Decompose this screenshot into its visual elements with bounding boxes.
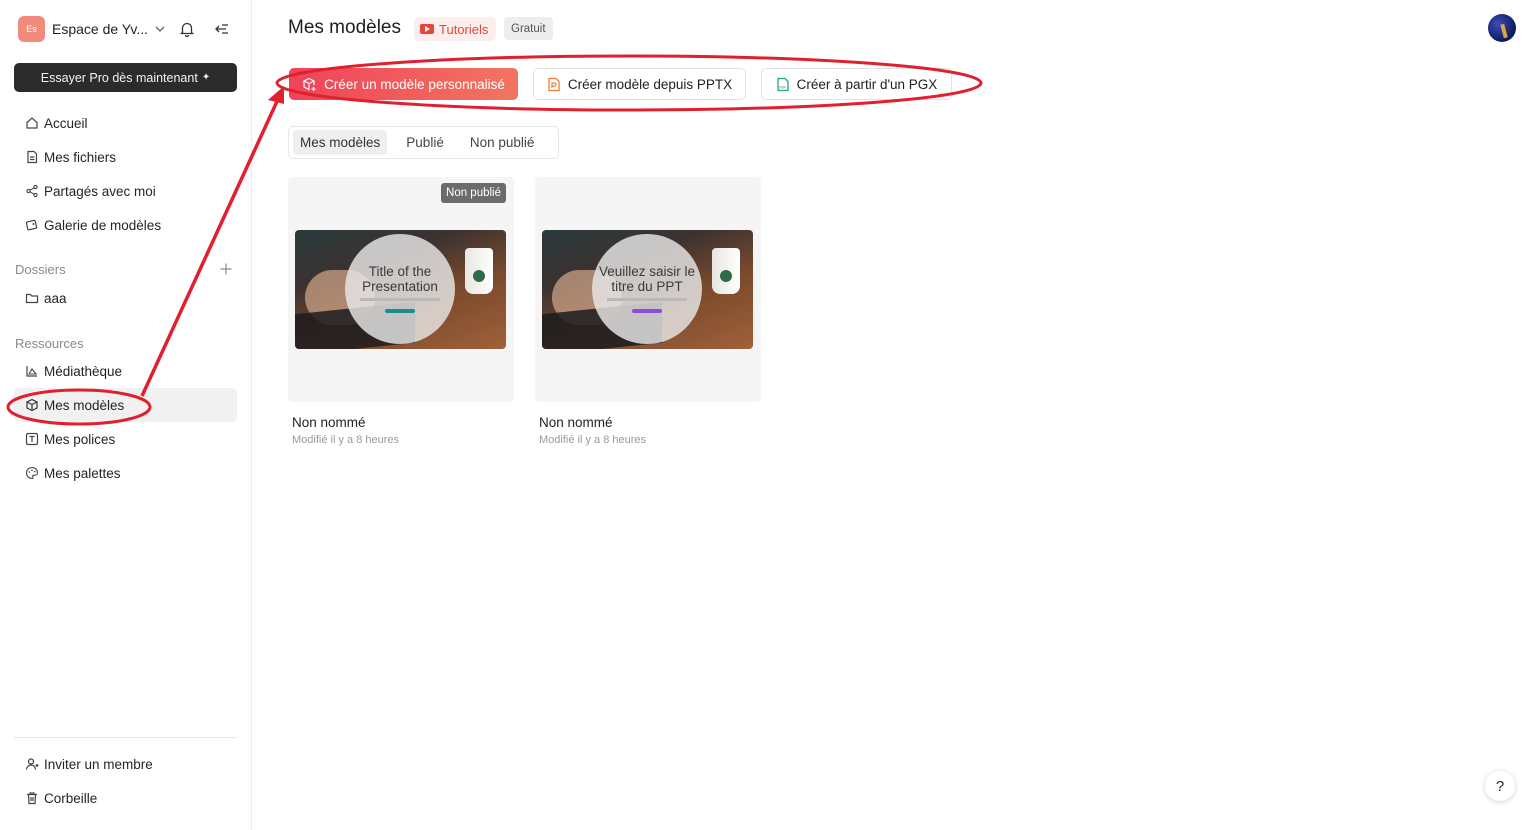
slide-preview: Title of the Presentation [295, 230, 506, 349]
invite-member-label: Inviter un membre [44, 756, 153, 772]
nav-item-template-gallery[interactable]: Galerie de modèles [14, 208, 237, 242]
try-pro-label: Essayer Pro dès maintenant [40, 70, 198, 85]
preview-coffee-cup [465, 248, 493, 294]
help-button[interactable]: ? [1485, 771, 1515, 801]
annotation-arrow-head [268, 86, 284, 104]
workspace-name: Espace de Yv... [52, 21, 148, 37]
tutorials-label: Tutoriels [439, 21, 489, 37]
nav-item-label: Partagés avec moi [44, 183, 156, 199]
create-from-pgx-button[interactable]: pgx Créer à partir d'un PGX [761, 68, 952, 100]
nav-item-label: Galerie de modèles [44, 217, 162, 233]
workspace-switcher[interactable]: Es Espace de Yv... [18, 16, 238, 42]
nav-item-my-palettes[interactable]: Mes palettes [14, 456, 237, 490]
nav-item-my-templates[interactable]: Mes modèles [14, 388, 237, 422]
slide-preview: Veuillez saisir le titre du PPT [542, 230, 753, 349]
palette-icon [24, 466, 39, 481]
media-icon [24, 364, 39, 379]
slide-subtitle-line [360, 298, 440, 302]
cube-icon [24, 398, 39, 413]
template-filter-tabs: Mes modèles Publié Non publié [288, 126, 559, 159]
preview-title-circle: Title of the Presentation [345, 234, 455, 344]
template-card[interactable]: Non publié Title of the Presentation Non… [288, 177, 514, 446]
main-nav: Accueil Mes fichiers Partagés avec moi G… [14, 106, 237, 242]
tab-published[interactable]: Publié [399, 130, 451, 155]
template-card[interactable]: Veuillez saisir le titre du PPT Non nomm… [535, 177, 761, 446]
bell-icon[interactable] [178, 20, 196, 38]
trash-icon [24, 791, 39, 806]
file-icon [24, 150, 39, 165]
create-from-pgx-label: Créer à partir d'un PGX [796, 76, 938, 92]
slide-button [632, 309, 662, 314]
folder-item-aaa[interactable]: aaa [14, 281, 237, 315]
sidebar-divider [14, 737, 237, 738]
preview-title-circle: Veuillez saisir le titre du PPT [592, 234, 702, 344]
status-badge: Non publié [441, 183, 506, 203]
page-title: Mes modèles [288, 17, 401, 38]
create-from-pptx-label: Créer modèle depuis PPTX [567, 76, 733, 92]
create-from-pptx-button[interactable]: Créer modèle depuis PPTX [533, 68, 746, 100]
avatar[interactable] [1488, 14, 1516, 42]
pptx-file-icon [547, 77, 561, 92]
slide-title: Title of the Presentation [362, 263, 438, 294]
nav-item-label: Mes fichiers [44, 149, 117, 165]
template-name: Non nommé [539, 415, 613, 430]
nav-item-home[interactable]: Accueil [14, 106, 237, 140]
nav-item-shared[interactable]: Partagés avec moi [14, 174, 237, 208]
user-add-icon [24, 757, 39, 772]
folder-label: aaa [44, 290, 67, 306]
template-thumbnail[interactable]: Veuillez saisir le titre du PPT [535, 177, 761, 402]
workspace-badge: Es [18, 16, 45, 42]
create-custom-template-label: Créer un modèle personnalisé [324, 76, 505, 92]
nav-item-label: Médiathèque [44, 363, 123, 379]
nav-item-label: Mes palettes [44, 465, 121, 481]
tab-my-templates[interactable]: Mes modèles [293, 130, 388, 155]
template-thumbnail[interactable]: Non publié Title of the Presentation [288, 177, 514, 402]
folder-icon [24, 291, 39, 306]
nav-item-label: Mes modèles [44, 397, 125, 413]
try-pro-button[interactable]: Essayer Pro dès maintenant ✦ [14, 63, 237, 92]
font-icon [24, 432, 39, 447]
slide-title: Veuillez saisir le titre du PPT [598, 263, 696, 294]
svg-text:pgx: pgx [779, 84, 785, 89]
preview-coffee-cup [712, 248, 740, 294]
nav-item-my-fonts[interactable]: Mes polices [14, 422, 237, 456]
gallery-icon [24, 218, 39, 233]
youtube-icon [420, 24, 434, 34]
trash-label: Corbeille [44, 790, 98, 806]
trash-button[interactable]: Corbeille [14, 781, 237, 815]
template-modified: Modifié il y a 8 heures [539, 434, 646, 446]
plan-badge: Gratuit [504, 17, 553, 40]
resources-section-label: Ressources [15, 336, 84, 351]
nav-item-media-library[interactable]: Médiathèque [14, 354, 237, 388]
nav-item-label: Accueil [44, 115, 88, 131]
resources-nav: Médiathèque Mes modèles Mes polices Mes … [14, 354, 237, 490]
template-modified: Modifié il y a 8 heures [292, 434, 399, 446]
nav-item-label: Mes polices [44, 431, 116, 447]
folders-list: aaa [14, 281, 237, 315]
nav-item-my-files[interactable]: Mes fichiers [14, 140, 237, 174]
folders-section-label: Dossiers [15, 262, 66, 277]
create-custom-template-button[interactable]: Créer un modèle personnalisé [289, 68, 518, 100]
tutorials-link[interactable]: Tutoriels [414, 17, 497, 41]
invite-member-button[interactable]: Inviter un membre [14, 747, 237, 781]
sidebar: Es Espace de Yv... Essayer Pro dès maint… [0, 0, 252, 830]
collapse-sidebar-icon[interactable] [213, 20, 231, 38]
slide-button [385, 309, 415, 314]
share-icon [24, 184, 39, 199]
slide-subtitle-line [607, 298, 687, 302]
sparkle-icon: ✦ [201, 72, 211, 83]
tab-unpublished[interactable]: Non publié [463, 130, 542, 155]
sidebar-footer: Inviter un membre Corbeille [14, 747, 237, 815]
template-name: Non nommé [292, 415, 366, 430]
home-icon [24, 116, 39, 131]
chevron-down-icon [154, 23, 166, 35]
add-folder-icon[interactable] [219, 262, 233, 276]
pgx-file-icon: pgx [776, 77, 790, 92]
cube-plus-icon [302, 77, 317, 92]
